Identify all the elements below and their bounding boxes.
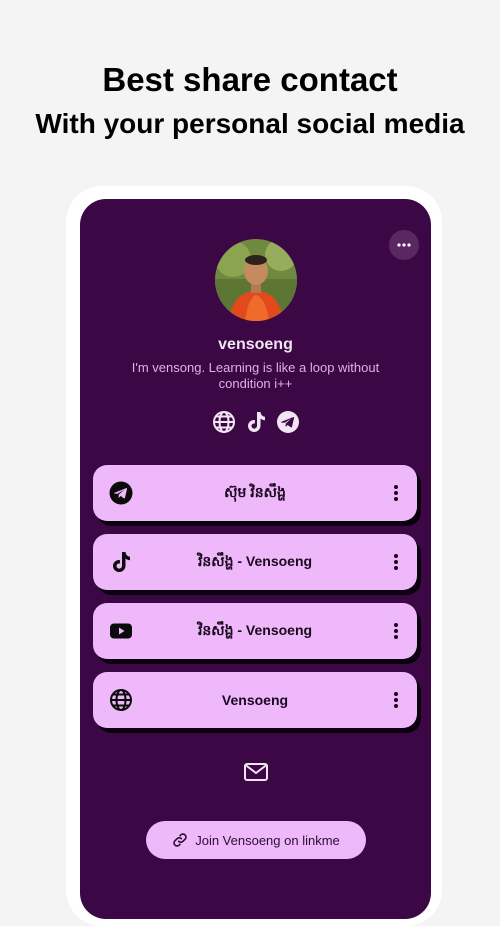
link-label: Vensoeng [221, 692, 289, 708]
link-label: វិនសឹង្ហ - Vensoeng [197, 552, 313, 569]
globe-icon [110, 689, 132, 711]
headline-title: Best share contact [102, 61, 398, 98]
link-card-website[interactable]: Vensoeng [93, 672, 417, 728]
social-icons-row [80, 409, 431, 435]
headline-subtitle: With your personal social media [35, 108, 465, 139]
kebab-menu-icon[interactable] [393, 484, 399, 502]
more-options-button[interactable] [389, 230, 419, 260]
bio: I'm vensong. Learning is like a loop wit… [131, 360, 380, 391]
link-card-tiktok[interactable]: វិនសឹង្ហ - Vensoeng [93, 534, 417, 590]
youtube-icon [110, 623, 132, 639]
link-icon [173, 833, 187, 847]
globe-icon[interactable] [211, 409, 237, 435]
telegram-icon [109, 481, 133, 505]
mail-button[interactable] [243, 759, 269, 785]
more-horizontal-icon [397, 243, 411, 247]
link-label: ស៊ុម វិនសឹង្ហ [224, 483, 286, 500]
telegram-icon[interactable] [275, 409, 301, 435]
link-card-telegram[interactable]: ស៊ុម វិនសឹង្ហ [93, 465, 417, 521]
tiktok-icon[interactable] [243, 409, 269, 435]
profile-screen: vensoeng I'm vensong. Learning is like a… [80, 199, 431, 919]
username: vensoeng [218, 336, 293, 353]
link-card-youtube[interactable]: វិនសឹង្ហ - Vensoeng [93, 603, 417, 659]
kebab-menu-icon[interactable] [393, 553, 399, 571]
mail-icon [244, 763, 268, 781]
tiktok-icon [113, 552, 130, 572]
headline: Best share contact With your personal so… [0, 58, 500, 144]
join-label: Join Vensoeng on linkme [195, 832, 340, 848]
avatar [215, 239, 297, 321]
join-linkme-button[interactable]: Join Vensoeng on linkme [146, 821, 366, 859]
link-label: វិនសឹង្ហ - Vensoeng [197, 621, 313, 638]
kebab-menu-icon[interactable] [393, 691, 399, 709]
kebab-menu-icon[interactable] [393, 622, 399, 640]
